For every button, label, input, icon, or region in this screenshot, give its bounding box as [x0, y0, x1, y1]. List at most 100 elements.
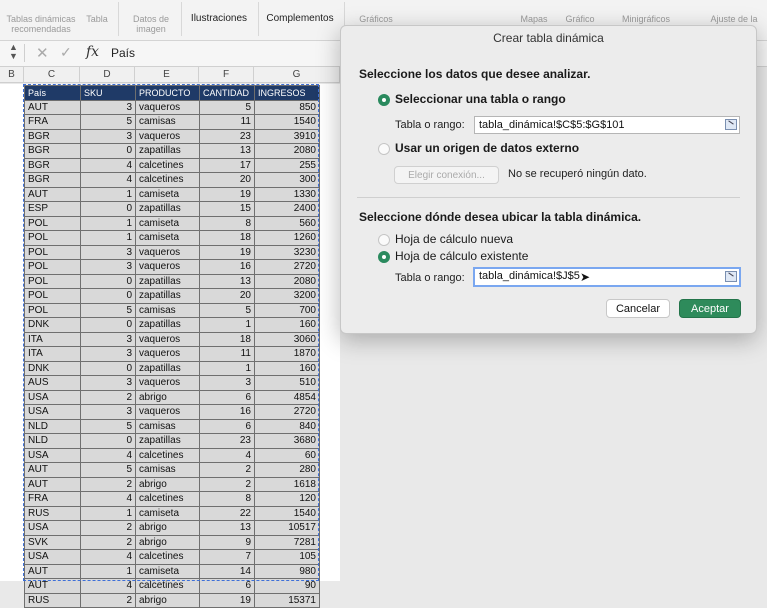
range-picker-icon[interactable]	[725, 119, 737, 130]
header-sku[interactable]: SKU	[80, 85, 136, 101]
cell-ingresos[interactable]: 2080	[254, 273, 320, 289]
cell-ingresos[interactable]: 3910	[254, 128, 320, 144]
cell-sku[interactable]: 0	[80, 317, 136, 333]
cell-sku[interactable]: 0	[80, 360, 136, 376]
cell-pais[interactable]: BGR	[24, 172, 81, 188]
header-producto[interactable]: PRODUCTO	[135, 85, 200, 101]
cell-pais[interactable]: USA	[24, 447, 81, 463]
formula-input[interactable]: País	[111, 46, 135, 60]
cell-cantidad[interactable]: 1	[199, 317, 255, 333]
cell-ingresos[interactable]: 1540	[254, 505, 320, 521]
cell-ingresos[interactable]: 3680	[254, 433, 320, 449]
cell-producto[interactable]: abrigo	[135, 592, 200, 608]
cell-ingresos[interactable]: 3060	[254, 331, 320, 347]
ribbon-charts-button[interactable]: Gráficos	[356, 14, 396, 24]
cell-sku[interactable]: 3	[80, 259, 136, 275]
radio-external-source-label[interactable]: Usar un origen de datos externo	[395, 141, 579, 155]
cell-sku[interactable]: 4	[80, 157, 136, 173]
cell-producto[interactable]: vaqueros	[135, 375, 200, 391]
cell-producto[interactable]: abrigo	[135, 389, 200, 405]
column-header-d[interactable]: D	[80, 67, 135, 83]
cell-cantidad[interactable]: 13	[199, 143, 255, 159]
cell-cantidad[interactable]: 20	[199, 172, 255, 188]
cell-ingresos[interactable]: 280	[254, 462, 320, 478]
cell-cantidad[interactable]: 11	[199, 346, 255, 362]
cell-producto[interactable]: camisas	[135, 114, 200, 130]
cell-cantidad[interactable]: 13	[199, 520, 255, 536]
ribbon-fit-button[interactable]: Ajuste de la	[704, 14, 764, 24]
radio-select-range-label[interactable]: Seleccionar una tabla o rango	[395, 92, 566, 106]
cell-pais[interactable]: USA	[24, 549, 81, 565]
header-ingresos[interactable]: INGRESOS	[254, 85, 320, 101]
cell-producto[interactable]: calcetines	[135, 157, 200, 173]
cell-pais[interactable]: POL	[24, 215, 81, 231]
cell-cantidad[interactable]: 18	[199, 230, 255, 246]
cell-ingresos[interactable]: 700	[254, 302, 320, 318]
cell-cantidad[interactable]: 8	[199, 491, 255, 507]
cell-pais[interactable]: ESP	[24, 201, 81, 217]
cell-pais[interactable]: POL	[24, 302, 81, 318]
cell-producto[interactable]: vaqueros	[135, 99, 200, 115]
choose-connection-button[interactable]: Elegir conexión...	[394, 166, 499, 184]
cell-producto[interactable]: camisas	[135, 462, 200, 478]
cell-cantidad[interactable]: 23	[199, 128, 255, 144]
cell-sku[interactable]: 2	[80, 592, 136, 608]
cell-cantidad[interactable]: 7	[199, 549, 255, 565]
cell-sku[interactable]: 4	[80, 491, 136, 507]
ribbon-table-button[interactable]: Tabla	[82, 14, 112, 24]
radio-existing-sheet-label[interactable]: Hoja de cálculo existente	[395, 249, 528, 263]
cell-ingresos[interactable]: 850	[254, 99, 320, 115]
cell-sku[interactable]: 0	[80, 433, 136, 449]
cell-ingresos[interactable]: 840	[254, 418, 320, 434]
cell-pais[interactable]: FRA	[24, 491, 81, 507]
cell-producto[interactable]: camiseta	[135, 563, 200, 579]
cell-ingresos[interactable]: 160	[254, 317, 320, 333]
cell-ingresos[interactable]: 3230	[254, 244, 320, 260]
cell-pais[interactable]: USA	[24, 404, 81, 420]
cell-producto[interactable]: calcetines	[135, 172, 200, 188]
cell-sku[interactable]: 5	[80, 114, 136, 130]
cell-pais[interactable]: BGR	[24, 128, 81, 144]
cell-pais[interactable]: AUT	[24, 186, 81, 202]
radio-existing-sheet[interactable]	[378, 251, 390, 263]
cancel-formula-icon[interactable]: ✕	[36, 44, 49, 62]
cell-pais[interactable]: POL	[24, 259, 81, 275]
destination-picker-icon[interactable]	[725, 271, 737, 282]
range-input[interactable]: tabla_dinámica!$C$5:$G$101	[474, 116, 740, 134]
cell-producto[interactable]: zapatillas	[135, 273, 200, 289]
cell-producto[interactable]: zapatillas	[135, 143, 200, 159]
cell-producto[interactable]: vaqueros	[135, 259, 200, 275]
cell-producto[interactable]: camiseta	[135, 505, 200, 521]
cell-producto[interactable]: calcetines	[135, 447, 200, 463]
cell-sku[interactable]: 2	[80, 389, 136, 405]
radio-select-range[interactable]	[378, 94, 390, 106]
cell-pais[interactable]: DNK	[24, 360, 81, 376]
cell-cantidad[interactable]: 5	[199, 302, 255, 318]
cell-cantidad[interactable]: 4	[199, 447, 255, 463]
cell-ingresos[interactable]: 2720	[254, 404, 320, 420]
cell-sku[interactable]: 3	[80, 331, 136, 347]
cell-ingresos[interactable]: 300	[254, 172, 320, 188]
destination-input[interactable]: tabla_dinámica!$J$5	[473, 267, 741, 287]
cell-ingresos[interactable]: 120	[254, 491, 320, 507]
cell-sku[interactable]: 5	[80, 418, 136, 434]
cell-pais[interactable]: ITA	[24, 331, 81, 347]
cell-ingresos[interactable]: 980	[254, 563, 320, 579]
cell-cantidad[interactable]: 16	[199, 259, 255, 275]
cell-sku[interactable]: 1	[80, 215, 136, 231]
cell-cantidad[interactable]: 17	[199, 157, 255, 173]
cell-ingresos[interactable]: 1540	[254, 114, 320, 130]
cell-pais[interactable]: POL	[24, 230, 81, 246]
cell-sku[interactable]: 0	[80, 201, 136, 217]
cell-ingresos[interactable]: 2400	[254, 201, 320, 217]
cell-cantidad[interactable]: 8	[199, 215, 255, 231]
ribbon-addins-button[interactable]: Complementos	[262, 14, 338, 24]
cell-pais[interactable]: NLD	[24, 433, 81, 449]
cell-ingresos[interactable]: 2080	[254, 143, 320, 159]
ribbon-chart-button[interactable]: Gráfico	[560, 14, 600, 24]
cell-sku[interactable]: 3	[80, 375, 136, 391]
cell-sku[interactable]: 0	[80, 273, 136, 289]
cell-pais[interactable]: NLD	[24, 418, 81, 434]
cell-ingresos[interactable]: 105	[254, 549, 320, 565]
cell-sku[interactable]: 3	[80, 404, 136, 420]
